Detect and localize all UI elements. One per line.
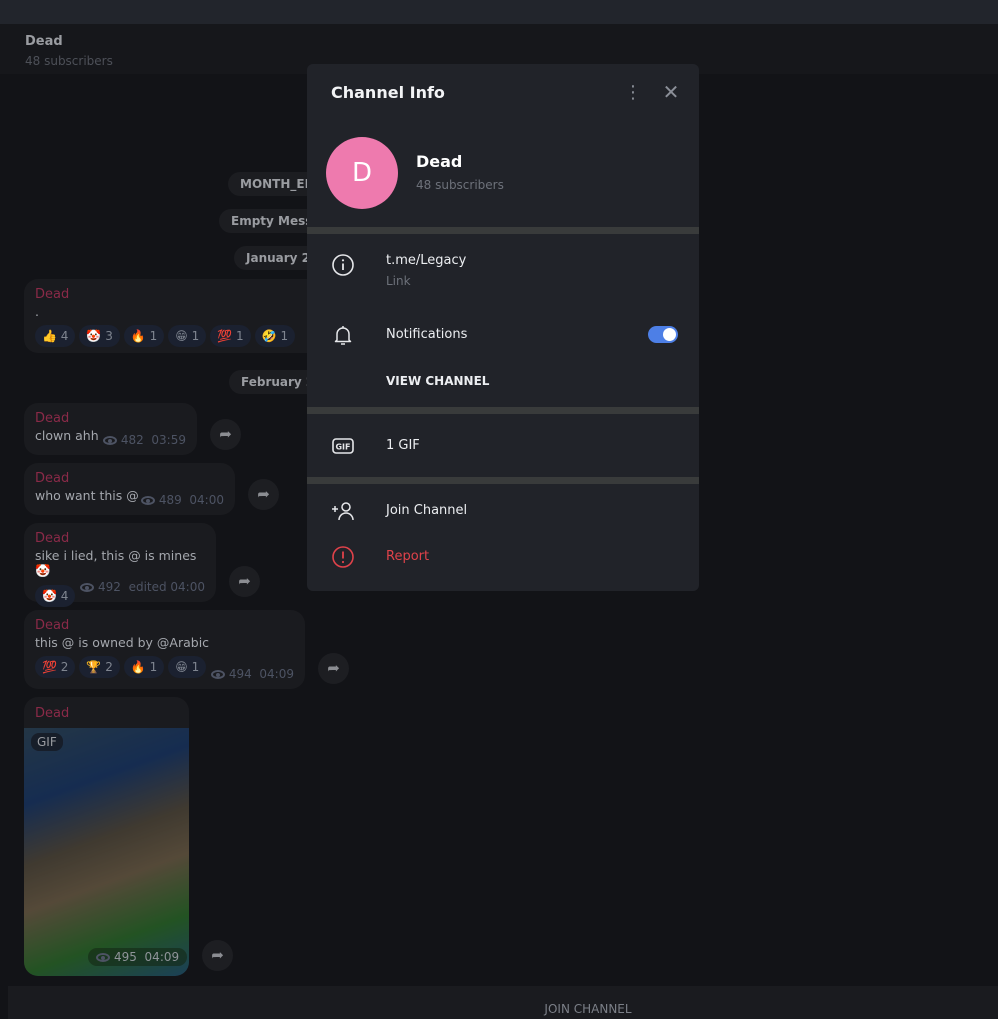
notifications-label: Notifications — [386, 327, 468, 342]
share-icon: ➦ — [238, 572, 251, 590]
bell-icon — [334, 326, 352, 345]
divider — [307, 407, 699, 414]
channel-info-dialog: Channel Info ⋮ ✕ D Dead 48 subscribers t… — [307, 64, 699, 591]
share-icon: ➦ — [211, 946, 224, 964]
message[interactable]: Dead who want this @ 489 04:00 — [24, 463, 235, 515]
divider — [307, 477, 699, 484]
views-icon — [102, 436, 117, 445]
channel-name: Dead — [416, 152, 463, 171]
message[interactable]: Dead clown ahh 482 03:59 — [24, 403, 197, 455]
gif-preview[interactable] — [24, 728, 189, 976]
message-author: Dead — [35, 287, 70, 302]
forward-button[interactable]: ➦ — [248, 479, 279, 510]
share-icon: ➦ — [219, 425, 232, 443]
gif-icon: GIF — [332, 438, 354, 454]
info-icon — [332, 254, 354, 276]
channel-link[interactable]: t.me/Legacy — [386, 253, 466, 268]
message-text: sike i lied, this @ is mines 🤡 — [35, 548, 197, 578]
gif-message[interactable]: Dead GIF 495 04:09 — [24, 697, 189, 976]
views-icon — [96, 953, 110, 962]
message[interactable]: Dead . 👍 4 🤡 3 🔥 1 😁 1 💯 1 🤣 1 — [24, 279, 354, 353]
bottom-bar: JOIN CHANNEL — [8, 986, 998, 1019]
reactions: 👍 4 🤡 3 🔥 1 😁 1 💯 1 🤣 1 — [35, 325, 343, 347]
message-author: Dead — [35, 531, 70, 546]
reaction[interactable]: 🤡 4 — [35, 585, 76, 607]
reaction[interactable]: 🤡 3 — [79, 325, 120, 347]
message-meta: 482 03:59 — [102, 433, 186, 447]
share-icon: ➦ — [327, 659, 340, 677]
view-channel-button[interactable]: VIEW CHANNEL — [386, 374, 489, 388]
reaction[interactable]: 😁 1 — [168, 325, 207, 347]
top-bar — [0, 0, 998, 24]
join-channel-button[interactable]: JOIN CHANNEL — [8, 1002, 998, 1016]
gif-count: 1 GIF — [386, 438, 420, 453]
views-icon — [140, 496, 155, 505]
link-caption: Link — [386, 274, 411, 288]
share-icon: ➦ — [257, 485, 270, 503]
reaction[interactable]: 💯 2 — [35, 656, 76, 678]
forward-button[interactable]: ➦ — [318, 653, 349, 684]
svg-text:GIF: GIF — [335, 443, 350, 452]
reaction[interactable]: 😁 1 — [168, 656, 207, 678]
forward-button[interactable]: ➦ — [202, 940, 233, 971]
message-meta: 492 edited 04:00 — [80, 580, 205, 594]
message-author: Dead — [35, 411, 70, 426]
join-channel-label: Join Channel — [386, 503, 468, 518]
message[interactable]: Dead sike i lied, this @ is mines 🤡 🤡 4 … — [24, 523, 216, 607]
dialog-title: Channel Info — [331, 83, 445, 102]
divider — [307, 227, 699, 234]
reaction[interactable]: 🔥 1 — [123, 325, 165, 347]
message-text: this @ is owned by @Arabic — [35, 635, 210, 650]
close-icon[interactable]: ✕ — [661, 80, 681, 104]
notifications-toggle[interactable] — [648, 326, 678, 343]
chat-subscribers: 48 subscribers — [25, 54, 113, 68]
message[interactable]: Dead this @ is owned by @Arabic 💯 2 🏆 2 … — [24, 610, 305, 689]
reaction[interactable]: 🤣 1 — [254, 325, 296, 347]
add-user-icon — [332, 502, 354, 521]
report-icon — [332, 546, 354, 568]
message-author: Dead — [35, 706, 70, 721]
forward-button[interactable]: ➦ — [210, 419, 241, 450]
gif-badge: GIF — [31, 733, 63, 751]
report-label: Report — [386, 549, 430, 564]
chat-title: Dead — [25, 34, 63, 49]
views-icon — [210, 670, 225, 679]
reaction[interactable]: 👍 4 — [35, 325, 76, 347]
message-author: Dead — [35, 471, 70, 486]
views-icon — [80, 583, 95, 592]
message-text: . — [35, 304, 39, 319]
message-meta: 495 04:09 — [88, 948, 188, 966]
message-meta: 489 04:00 — [140, 493, 224, 507]
avatar: D — [326, 137, 398, 209]
message-author: Dead — [35, 618, 70, 633]
reaction[interactable]: 🔥 1 — [123, 656, 165, 678]
reaction[interactable]: 💯 1 — [210, 325, 251, 347]
message-meta: 494 04:09 — [210, 667, 294, 681]
reaction[interactable]: 🏆 2 — [79, 656, 120, 678]
more-options-icon[interactable]: ⋮ — [624, 82, 642, 104]
forward-button[interactable]: ➦ — [229, 566, 260, 597]
channel-subscribers: 48 subscribers — [416, 178, 504, 192]
